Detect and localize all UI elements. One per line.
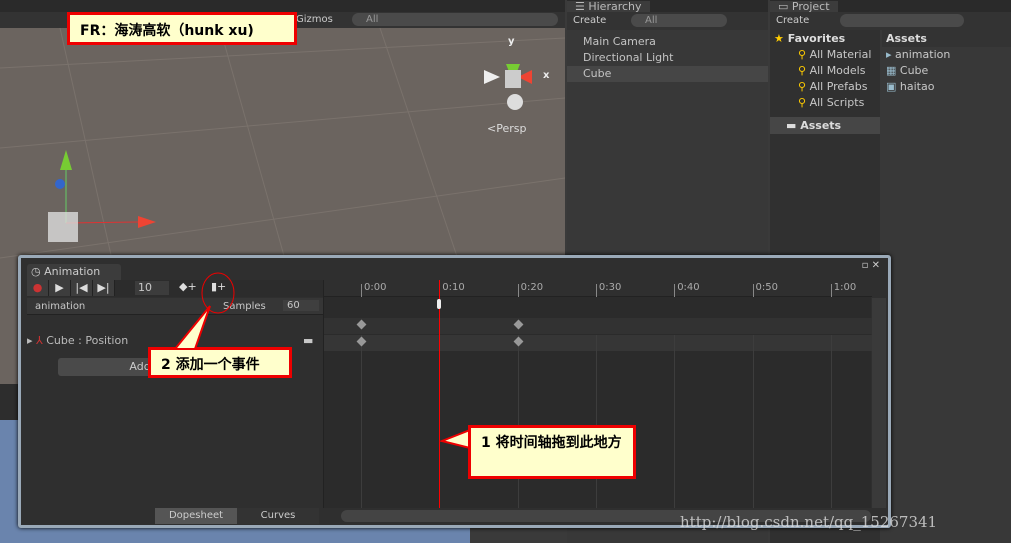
- watermark: http://blog.csdn.net/qq_15267341: [680, 513, 938, 531]
- step1-callout: 1 将时间轴拖到此地方: [468, 425, 636, 479]
- step2-pointer: [172, 305, 211, 350]
- step1-pointer: [438, 428, 471, 450]
- highlight-circle: [201, 272, 235, 314]
